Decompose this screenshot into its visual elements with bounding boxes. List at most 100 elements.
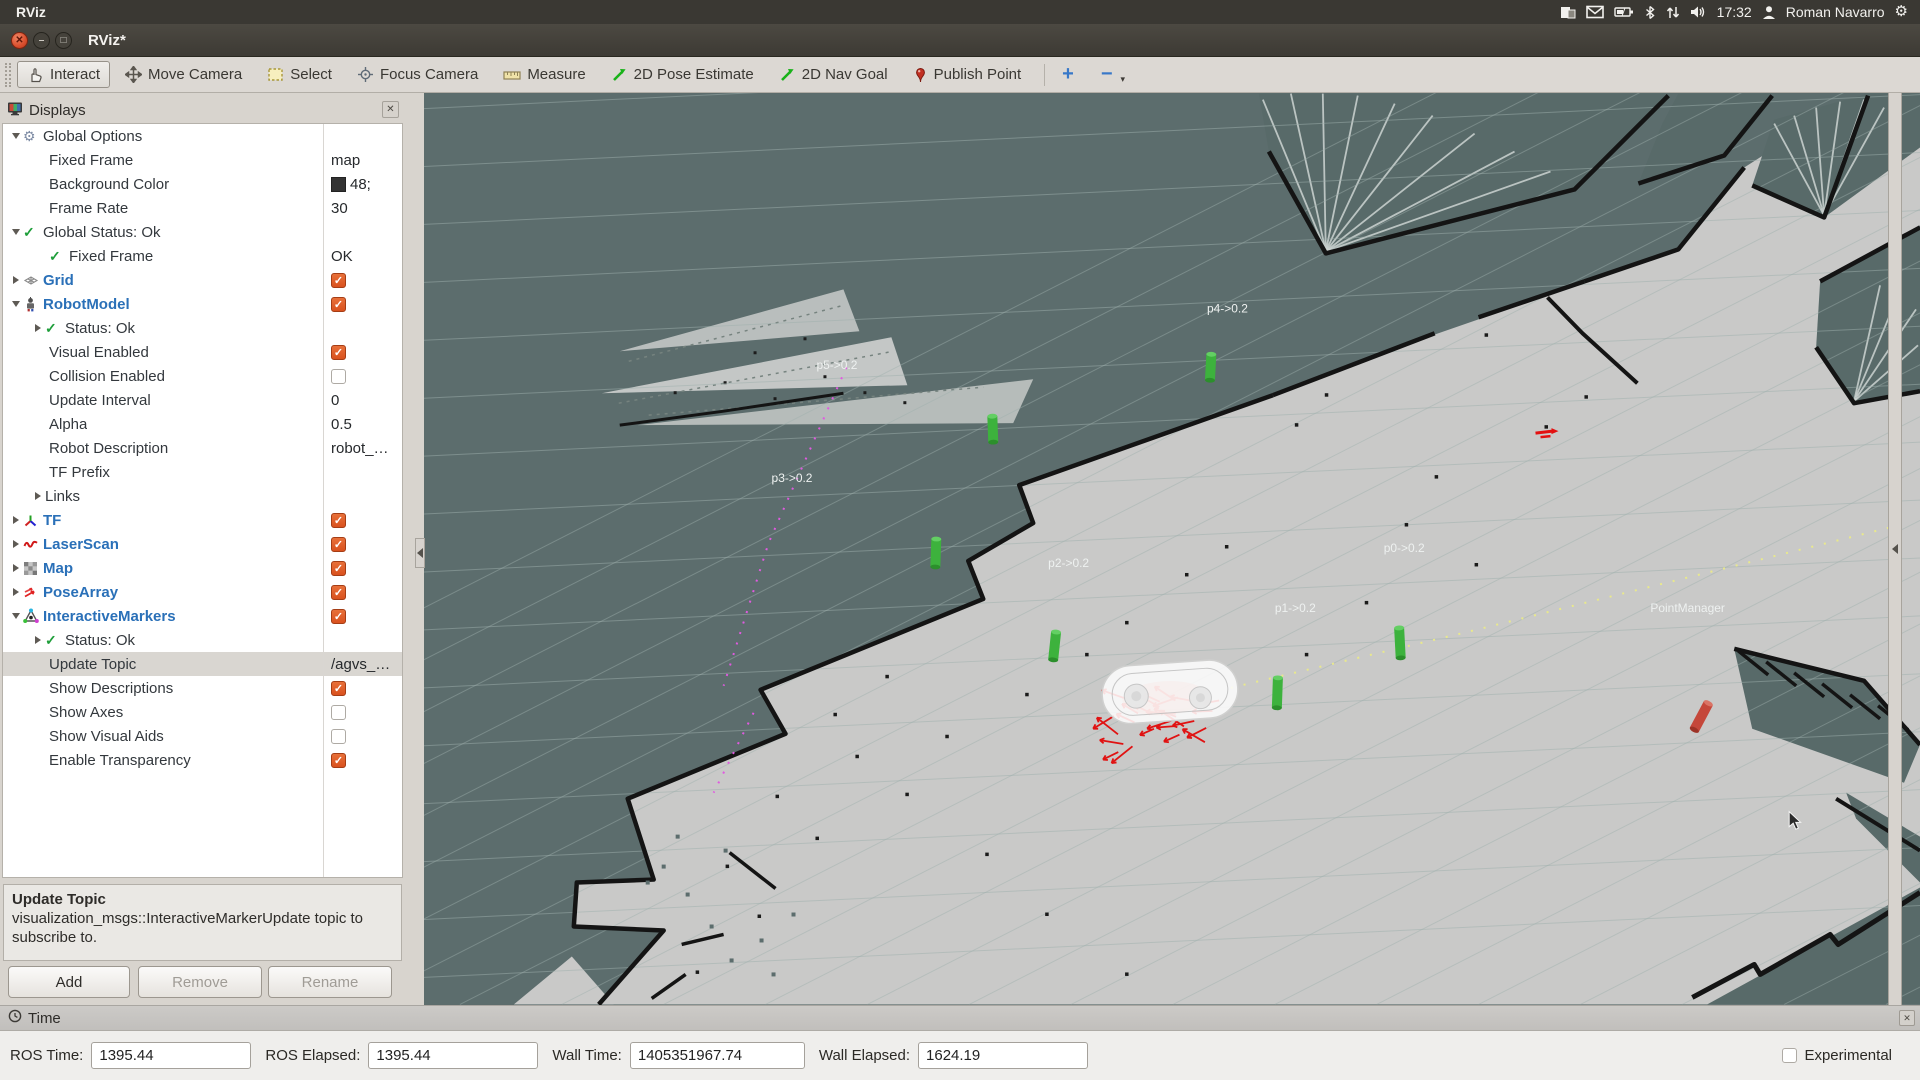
tree-row-robotmodel[interactable]: RobotModel✓	[3, 292, 402, 316]
row-expander-icon[interactable]	[9, 588, 23, 596]
network-arrows-icon[interactable]	[1666, 3, 1680, 21]
row-expander-icon[interactable]	[9, 301, 23, 307]
tree-row-laserscan[interactable]: LaserScan✓	[3, 532, 402, 556]
row-checkbox[interactable]: ✓	[331, 345, 346, 360]
row-value[interactable]: ✓	[331, 561, 403, 576]
tree-row-enable-transparency[interactable]: Enable Transparency✓	[3, 748, 402, 772]
session-gear-icon[interactable]: ⚙	[1895, 4, 1908, 20]
toolbar-handle[interactable]	[5, 63, 11, 87]
green-cylinder-marker[interactable]	[1394, 625, 1406, 660]
tree-row-interactivemarkers[interactable]: InteractiveMarkers✓	[3, 604, 402, 628]
add-display-button[interactable]: Add	[8, 966, 130, 998]
displays-panel-header[interactable]: Displays ✕	[0, 97, 405, 123]
row-expander-icon[interactable]	[9, 229, 23, 235]
row-checkbox[interactable]: ✓	[331, 609, 346, 624]
time-panel-header[interactable]: Time ✕	[0, 1005, 1920, 1031]
tree-row-show-visual-aids[interactable]: Show Visual Aids	[3, 724, 402, 748]
displays-panel-close-icon[interactable]: ✕	[382, 101, 399, 118]
clock[interactable]: 17:32	[1717, 4, 1752, 20]
row-checkbox[interactable]: ✓	[331, 537, 346, 552]
remove-display-button[interactable]: Remove	[138, 966, 262, 998]
tree-row-tf[interactable]: TF✓	[3, 508, 402, 532]
row-checkbox[interactable]: ✓	[331, 273, 346, 288]
tree-row-tf-prefix[interactable]: TF Prefix	[3, 460, 402, 484]
tree-row-posearray[interactable]: PoseArray✓	[3, 580, 402, 604]
row-value[interactable]: ✓	[331, 537, 403, 552]
row-value[interactable]: ✓	[331, 513, 403, 528]
mail-icon[interactable]	[1586, 3, 1604, 21]
tree-row-robot-description[interactable]: Robot Descriptionrobot_…	[3, 436, 402, 460]
tree-row-background-color[interactable]: Background Color48;	[3, 172, 402, 196]
2d-nav-goal-tool-button[interactable]: 2D Nav Goal	[769, 61, 898, 88]
username[interactable]: Roman Navarro	[1786, 4, 1885, 20]
row-value[interactable]	[331, 705, 403, 720]
tree-row-status-ok[interactable]: ✓Status: Ok	[3, 316, 402, 340]
left-panel-splitter[interactable]	[415, 538, 425, 568]
add-tool-button[interactable]: +	[1053, 62, 1083, 87]
row-expander-icon[interactable]	[9, 516, 23, 524]
row-checkbox[interactable]: ✓	[331, 561, 346, 576]
row-expander-icon[interactable]	[9, 613, 23, 619]
experimental-checkbox[interactable]	[1782, 1048, 1797, 1063]
close-window-button[interactable]: ✕	[11, 32, 28, 49]
row-value[interactable]: robot_…	[331, 440, 403, 457]
row-checkbox[interactable]: ✓	[331, 585, 346, 600]
tree-row-links[interactable]: Links	[3, 484, 402, 508]
publish-point-tool-button[interactable]: Publish Point	[903, 61, 1032, 88]
row-value[interactable]: ✓	[331, 345, 403, 360]
row-expander-icon[interactable]	[31, 492, 45, 500]
row-checkbox[interactable]: ✓	[331, 753, 346, 768]
tool-dropdown-caret-icon[interactable]: ▾	[1121, 74, 1126, 85]
focus-camera-tool-button[interactable]: Focus Camera	[347, 61, 488, 88]
time-field-input[interactable]	[918, 1042, 1088, 1069]
tree-row-global-status-ok[interactable]: ✓Global Status: Ok	[3, 220, 402, 244]
row-value[interactable]: ✓	[331, 681, 403, 696]
tree-row-fixed-frame[interactable]: Fixed Framemap	[3, 148, 402, 172]
interact-tool-button[interactable]: Interact	[17, 61, 110, 88]
row-expander-icon[interactable]	[9, 564, 23, 572]
tree-row-status-ok[interactable]: ✓Status: Ok	[3, 628, 402, 652]
time-field-input[interactable]	[630, 1042, 805, 1069]
green-cylinder-marker[interactable]	[930, 536, 941, 569]
green-cylinder-marker[interactable]	[987, 414, 998, 445]
row-expander-icon[interactable]	[31, 636, 45, 644]
3d-viewport[interactable]: p4->0.2p5->0.2p3->0.2p2->0.2p1->0.2p0->0…	[424, 93, 1920, 1005]
tree-row-frame-rate[interactable]: Frame Rate30	[3, 196, 402, 220]
tree-row-visual-enabled[interactable]: Visual Enabled✓	[3, 340, 402, 364]
row-value[interactable]: 30	[331, 200, 403, 217]
tree-row-alpha[interactable]: Alpha0.5	[3, 412, 402, 436]
time-field-input[interactable]	[91, 1042, 251, 1069]
battery-icon[interactable]	[1614, 3, 1634, 21]
render-scene[interactable]: p4->0.2p5->0.2p3->0.2p2->0.2p1->0.2p0->0…	[424, 93, 1920, 1005]
green-cylinder-marker[interactable]	[1272, 675, 1283, 710]
tree-row-fixed-frame[interactable]: ✓Fixed FrameOK	[3, 244, 402, 268]
row-checkbox[interactable]: ✓	[331, 681, 346, 696]
volume-icon[interactable]	[1690, 3, 1707, 21]
select-tool-button[interactable]: Select	[257, 61, 342, 88]
row-value[interactable]	[331, 369, 403, 384]
tree-row-map[interactable]: Map✓	[3, 556, 402, 580]
time-field-input[interactable]	[368, 1042, 538, 1069]
row-value[interactable]: 0	[331, 392, 403, 409]
measure-tool-button[interactable]: Measure	[493, 61, 595, 88]
maximize-window-button[interactable]: □	[55, 32, 72, 49]
row-value[interactable]: /agvs_…	[331, 656, 403, 673]
move-camera-tool-button[interactable]: Move Camera	[115, 61, 252, 88]
time-panel-close-icon[interactable]: ✕	[1899, 1010, 1915, 1026]
tree-row-grid[interactable]: Grid✓	[3, 268, 402, 292]
2d-pose-estimate-tool-button[interactable]: 2D Pose Estimate	[601, 61, 764, 88]
tree-row-collision-enabled[interactable]: Collision Enabled	[3, 364, 402, 388]
tree-row-global-options[interactable]: ⚙Global Options	[3, 124, 402, 148]
bluetooth-icon[interactable]	[1644, 3, 1656, 21]
row-checkbox[interactable]: ✓	[331, 513, 346, 528]
rename-display-button[interactable]: Rename	[268, 966, 392, 998]
right-panel-splitter[interactable]	[1888, 93, 1902, 1005]
row-value[interactable]: ✓	[331, 753, 403, 768]
row-checkbox[interactable]	[331, 705, 346, 720]
row-value[interactable]: map	[331, 152, 403, 169]
row-checkbox[interactable]	[331, 369, 346, 384]
tree-row-show-axes[interactable]: Show Axes	[3, 700, 402, 724]
row-value[interactable]: OK	[331, 248, 403, 265]
tree-row-update-topic[interactable]: Update Topic/agvs_…	[3, 652, 402, 676]
row-value[interactable]: ✓	[331, 297, 403, 312]
